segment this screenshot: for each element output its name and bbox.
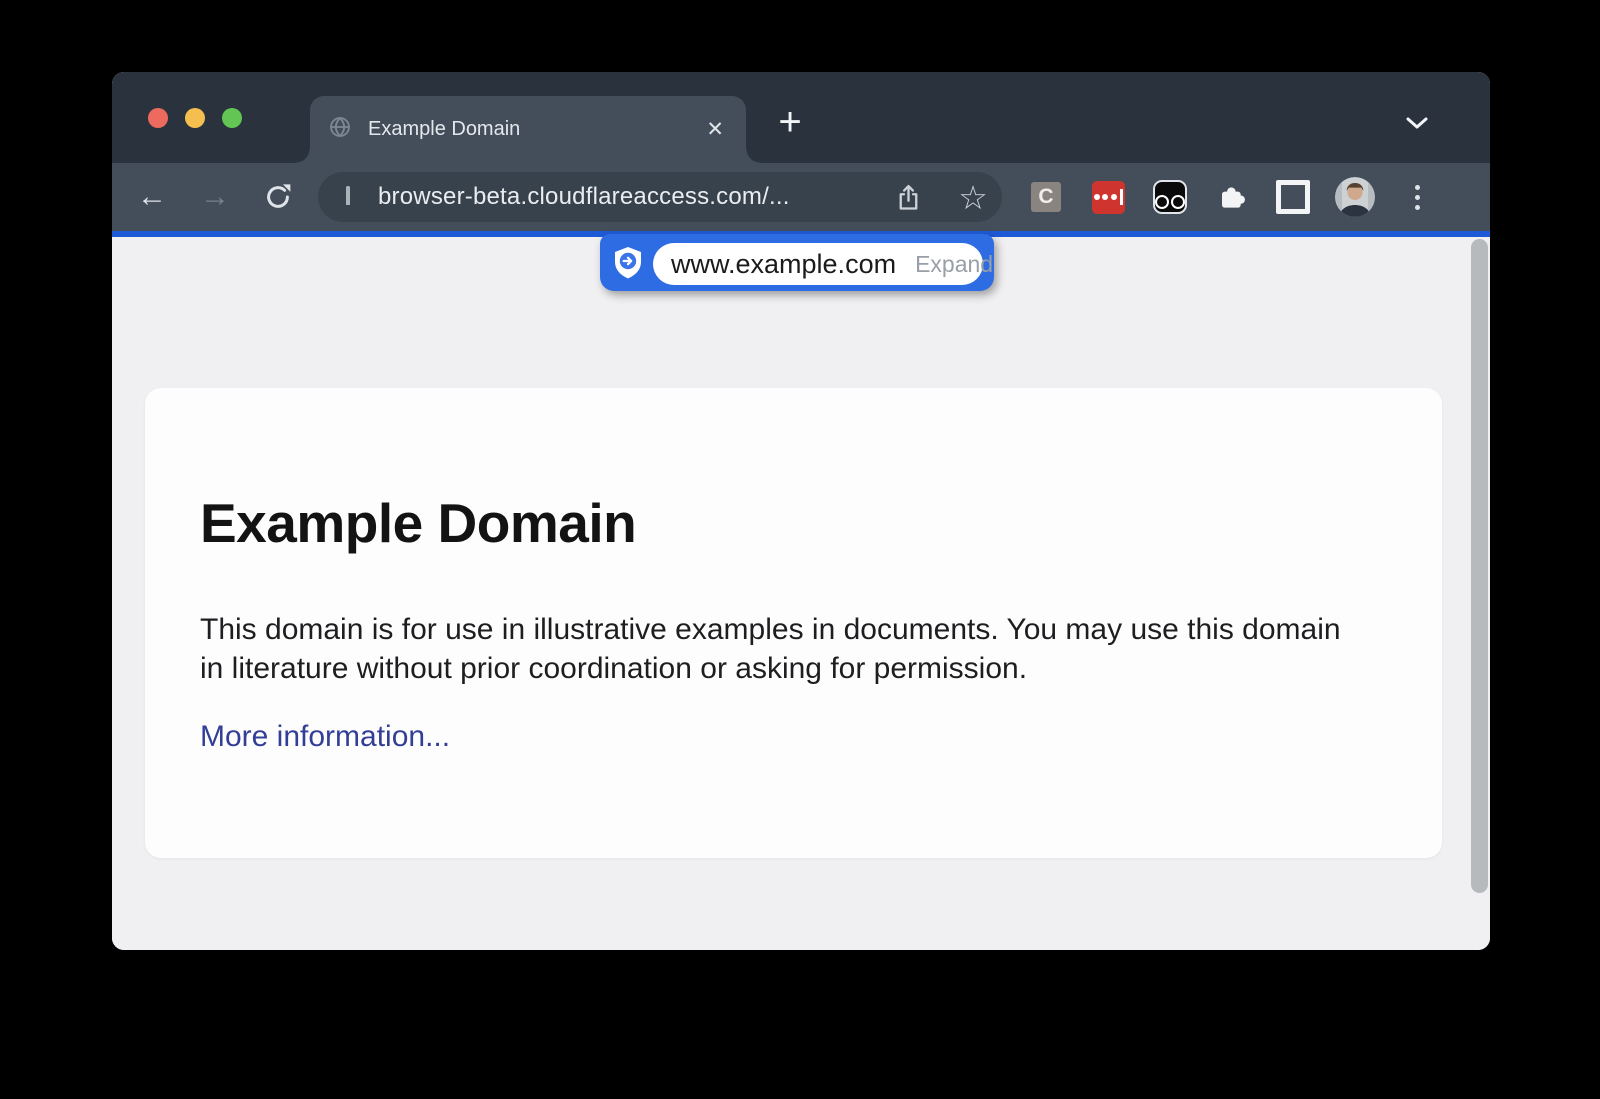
extension-camera-icon[interactable] [1148, 175, 1192, 219]
reload-button[interactable] [256, 175, 300, 219]
window-controls [148, 108, 242, 128]
new-tab-button[interactable]: + [768, 100, 812, 144]
side-panel-icon[interactable] [1271, 175, 1315, 219]
tab-example-domain[interactable]: Example Domain ✕ [310, 96, 746, 163]
browser-window: Example Domain ✕ + ← → browser-beta.clou… [112, 72, 1490, 950]
extensions-puzzle-icon[interactable] [1210, 175, 1254, 219]
extension-c-icon[interactable]: C [1024, 175, 1068, 219]
forward-button[interactable]: → [193, 175, 237, 219]
share-icon[interactable] [886, 175, 930, 219]
url-text[interactable]: browser-beta.cloudflareaccess.com/... [378, 183, 790, 211]
expand-button[interactable]: Expand [915, 251, 993, 278]
fullscreen-window-button[interactable] [222, 108, 242, 128]
bookmark-star-icon[interactable]: ☆ [951, 175, 995, 219]
minimize-window-button[interactable] [185, 108, 205, 128]
shield-arrow-icon [611, 245, 645, 286]
page-viewport: www.example.com Expand Example Domain Th… [112, 237, 1490, 950]
profile-avatar[interactable] [1333, 175, 1377, 219]
page-paragraph: This domain is for use in illustrative e… [200, 610, 1350, 688]
extension-lastpass-icon[interactable] [1086, 175, 1130, 219]
isolation-domain-pill[interactable]: www.example.com Expand [653, 243, 983, 285]
lock-icon[interactable] [346, 188, 361, 206]
vertical-scrollbar[interactable] [1471, 239, 1488, 893]
globe-favicon-icon [328, 115, 352, 144]
desktop: { "browser": { "tab_title": "Example Dom… [0, 0, 1600, 1099]
more-information-link[interactable]: More information... [200, 720, 450, 754]
isolation-domain-bubble[interactable]: www.example.com Expand [600, 234, 994, 291]
browser-menu-icon[interactable] [1395, 175, 1439, 219]
tab-title: Example Domain [368, 118, 700, 141]
close-tab-icon[interactable]: ✕ [700, 115, 730, 144]
toolbar: ← → browser-beta.cloudflareaccess.com/..… [112, 163, 1490, 231]
page-title: Example Domain [200, 492, 1352, 554]
address-bar[interactable]: browser-beta.cloudflareaccess.com/... ☆ [318, 172, 1002, 222]
isolated-domain-text: www.example.com [671, 249, 896, 280]
back-button[interactable]: ← [130, 175, 174, 219]
example-domain-card: Example Domain This domain is for use in… [145, 388, 1442, 858]
close-window-button[interactable] [148, 108, 168, 128]
tab-strip: Example Domain ✕ + [112, 72, 1490, 163]
tab-search-chevron-icon[interactable] [1395, 108, 1439, 138]
